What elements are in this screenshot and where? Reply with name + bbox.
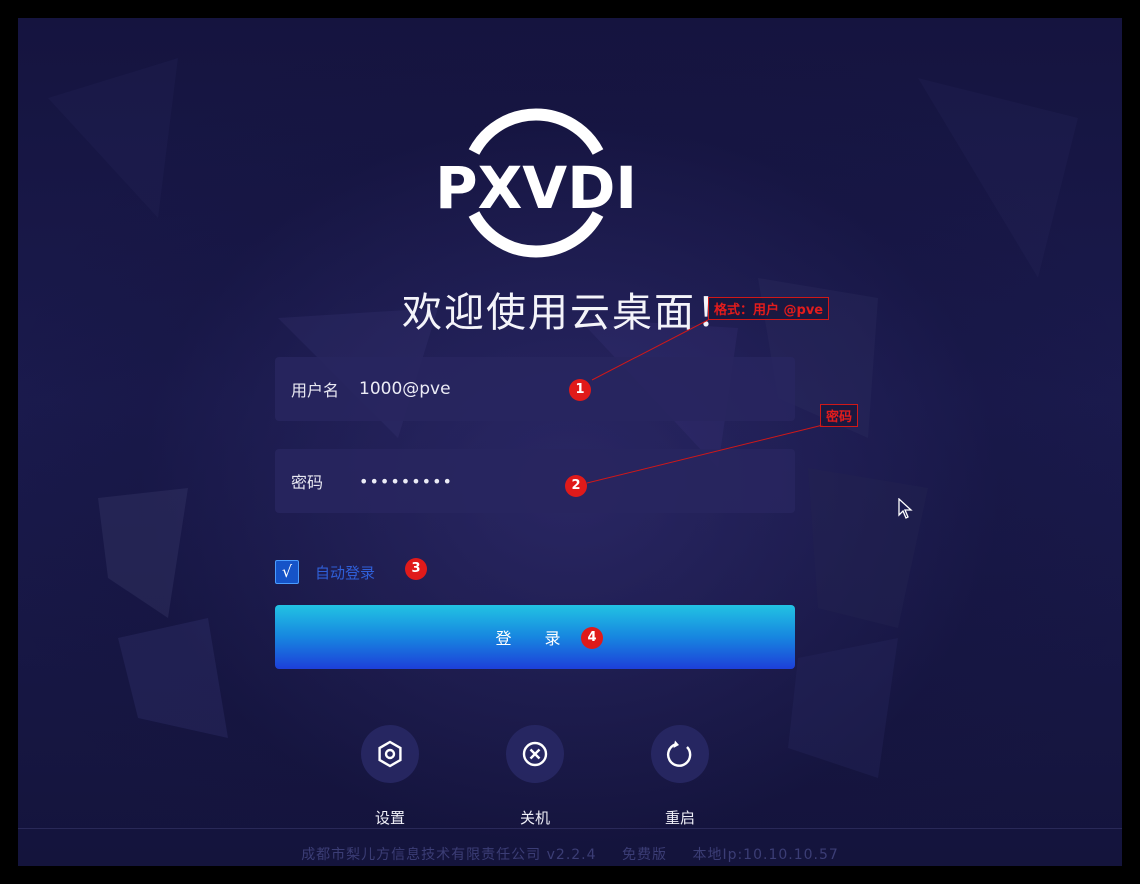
- annotation-badge-3: 3: [405, 558, 427, 580]
- annotation-badge-4: 4: [581, 627, 603, 649]
- annotation-note-username: 格式：用户 @pve: [708, 297, 830, 320]
- login-screen: PXVDI 欢迎使用云桌面！ 用户名 1000@pve 密码 •••••••••…: [18, 18, 1122, 866]
- annotation-badge-2: 2: [565, 475, 587, 497]
- annotation-lines: [586, 319, 824, 484]
- annotation-note-password: 密码: [820, 404, 859, 427]
- mouse-cursor-icon: [898, 498, 913, 519]
- annotation-badge-1: 1: [569, 379, 591, 401]
